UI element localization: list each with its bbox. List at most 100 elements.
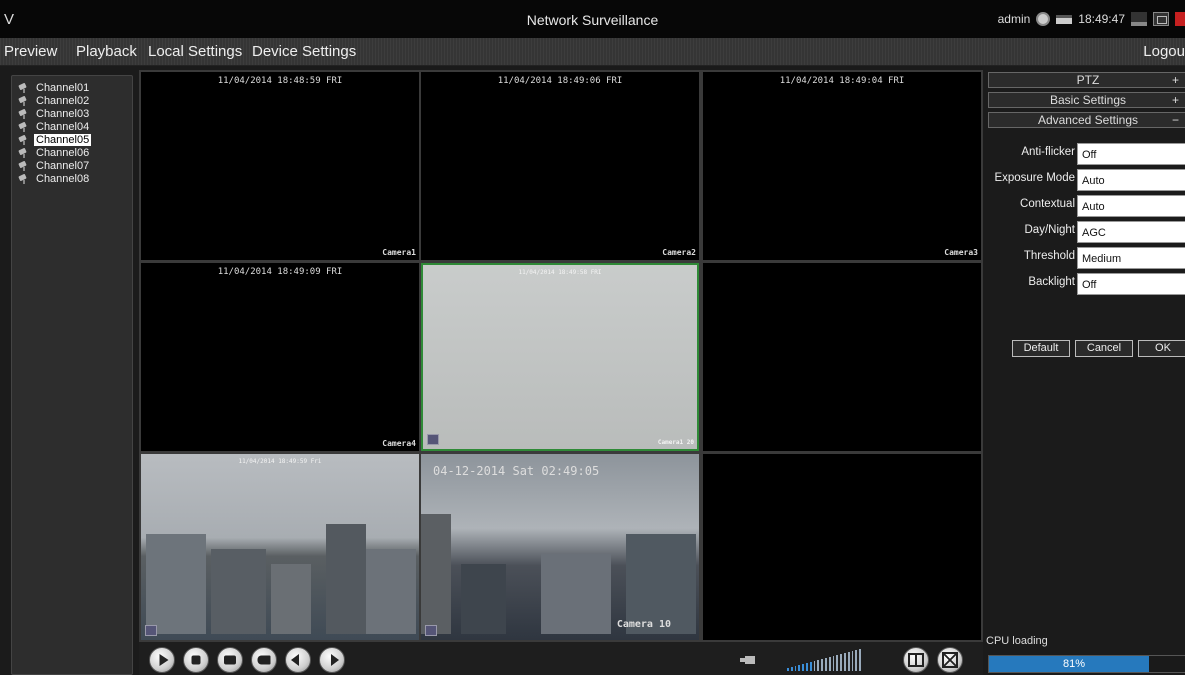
camera-icon — [18, 134, 30, 145]
video-cell[interactable]: 11/04/2014 18:49:58 FRI Camera1 20 — [421, 263, 699, 451]
cancel-button[interactable]: Cancel — [1075, 340, 1133, 357]
channel-item[interactable]: Channel08 — [18, 172, 132, 185]
building — [271, 564, 311, 634]
cell-camera-label: Camera3 — [944, 248, 978, 257]
menu-device-settings[interactable]: Device Settings — [252, 43, 356, 60]
collapse-icon: − — [1171, 113, 1179, 127]
basic-settings-label: Basic Settings — [1049, 93, 1127, 107]
advanced-settings-label: Advanced Settings — [1037, 113, 1139, 127]
globe-icon[interactable] — [1036, 12, 1051, 26]
volume-bar — [794, 666, 797, 671]
cpu-progress: 81% — [988, 655, 1185, 673]
volume-bar — [802, 664, 804, 671]
close-icon[interactable] — [1175, 12, 1185, 26]
menu-logout[interactable]: Logou — [1143, 43, 1185, 60]
camera-icon — [18, 121, 30, 132]
layout-icon[interactable] — [903, 647, 929, 673]
menu-playback[interactable]: Playback — [76, 43, 137, 60]
cpu-label: CPU loading — [986, 635, 1048, 647]
channel-panel: Channel01 Channel02 Channel03 Channel04 Chan… — [0, 66, 140, 675]
channel-label: Channel08 — [36, 172, 90, 185]
setting-label: Day/Night — [1024, 224, 1076, 236]
ptz-section-header[interactable]: PTZ + — [988, 72, 1185, 88]
channel-label: Channel06 — [36, 146, 90, 159]
setting-row: Exposure Mode Auto — [988, 169, 1185, 191]
default-button[interactable]: Default — [1012, 340, 1070, 357]
video-cell[interactable]: 04-12-2014 Sat 02:49:05 Camera 10 — [421, 454, 699, 640]
video-cell[interactable]: 11/04/2014 18:49:04 FRI Camera3 — [703, 72, 981, 260]
channel-label: Channel02 — [36, 94, 90, 107]
cell-camera-label: Camera 10 — [616, 619, 671, 630]
volume-slider[interactable] — [787, 649, 861, 671]
volume-bar — [813, 661, 816, 671]
video-cell[interactable]: 11/04/2014 18:49:59 Fri — [141, 454, 419, 640]
volume-bar — [787, 668, 789, 671]
cell-timestamp: 04-12-2014 Sat 02:49:05 — [433, 464, 600, 478]
channel-item[interactable]: Channel07 — [18, 159, 132, 172]
cpu-value: 81% — [1062, 658, 1086, 670]
record-icon[interactable] — [251, 647, 277, 673]
city-scene — [421, 514, 696, 634]
volume-bar — [832, 656, 835, 671]
setting-select[interactable]: AGC — [1077, 221, 1185, 243]
volume-icon[interactable] — [740, 656, 755, 664]
menu-bar: Preview Playback Local Settings Device S… — [0, 38, 1185, 66]
setting-select[interactable]: Medium — [1077, 247, 1185, 269]
volume-bar — [851, 651, 854, 671]
menu-local-settings[interactable]: Local Settings — [148, 43, 242, 60]
building — [366, 549, 416, 634]
video-cell[interactable] — [703, 263, 981, 451]
snapshot-icon[interactable] — [217, 647, 243, 673]
setting-label: Exposure Mode — [994, 172, 1075, 184]
volume-bar — [843, 653, 846, 671]
video-cell[interactable]: 11/04/2014 18:48:59 FRI Camera1 — [141, 72, 419, 260]
camera-icon — [18, 173, 30, 184]
cell-timestamp: 11/04/2014 18:49:09 FRI — [217, 267, 343, 277]
basic-settings-header[interactable]: Basic Settings + — [988, 92, 1185, 108]
keyboard-icon[interactable] — [1056, 14, 1073, 24]
stop-icon[interactable] — [183, 647, 209, 673]
setting-select[interactable]: Off — [1077, 273, 1185, 295]
hd-badge-icon — [145, 625, 157, 636]
channel-item[interactable]: Channel04 — [18, 120, 132, 133]
building — [146, 534, 206, 634]
advanced-settings-header[interactable]: Advanced Settings − — [988, 112, 1185, 128]
video-cell[interactable]: 11/04/2014 18:49:06 FRI Camera2 — [421, 72, 699, 260]
channel-item[interactable]: Channel06 — [18, 146, 132, 159]
video-cell[interactable] — [703, 454, 981, 640]
channel-item[interactable]: Channel01 — [18, 81, 132, 94]
channel-item[interactable]: Channel05 — [18, 133, 132, 146]
camera-icon — [18, 95, 30, 106]
clock: 18:49:47 — [1078, 12, 1125, 26]
fullscreen-icon[interactable] — [937, 647, 963, 673]
play-icon[interactable] — [149, 647, 175, 673]
channel-item[interactable]: Channel03 — [18, 107, 132, 120]
volume-bar — [798, 665, 801, 671]
setting-row: Contextual Auto — [988, 195, 1185, 217]
setting-row: Threshold Medium — [988, 247, 1185, 269]
setting-select[interactable]: Auto — [1077, 195, 1185, 217]
ok-button[interactable]: OK — [1138, 340, 1185, 357]
hd-badge-icon — [425, 625, 437, 636]
restore-icon[interactable] — [1153, 12, 1169, 26]
video-grid: 11/04/2014 18:48:59 FRI Camera1 11/04/2014… — [139, 70, 983, 642]
volume-bar — [790, 667, 793, 671]
prev-icon[interactable] — [285, 647, 311, 673]
title-bar-status: admin 18:49:47 — [998, 9, 1185, 29]
channel-item[interactable]: Channel02 — [18, 94, 132, 107]
minimize-icon[interactable] — [1131, 12, 1147, 26]
camera-icon — [18, 108, 30, 119]
setting-select[interactable]: Off — [1077, 143, 1185, 165]
video-cell[interactable]: 11/04/2014 18:49:09 FRI Camera4 — [141, 263, 419, 451]
setting-row: Day/Night AGC — [988, 221, 1185, 243]
setting-select[interactable]: Auto — [1077, 169, 1185, 191]
next-icon[interactable] — [319, 647, 345, 673]
cell-timestamp: 11/04/2014 18:49:04 FRI — [779, 76, 905, 86]
cell-timestamp: 11/04/2014 18:49:59 Fri — [238, 458, 322, 465]
menu-preview[interactable]: Preview — [4, 43, 57, 60]
volume-bar — [836, 655, 839, 671]
volume-bar — [821, 659, 823, 671]
building — [541, 554, 611, 634]
building — [461, 564, 506, 634]
cell-camera-label: Camera1 — [382, 248, 416, 257]
